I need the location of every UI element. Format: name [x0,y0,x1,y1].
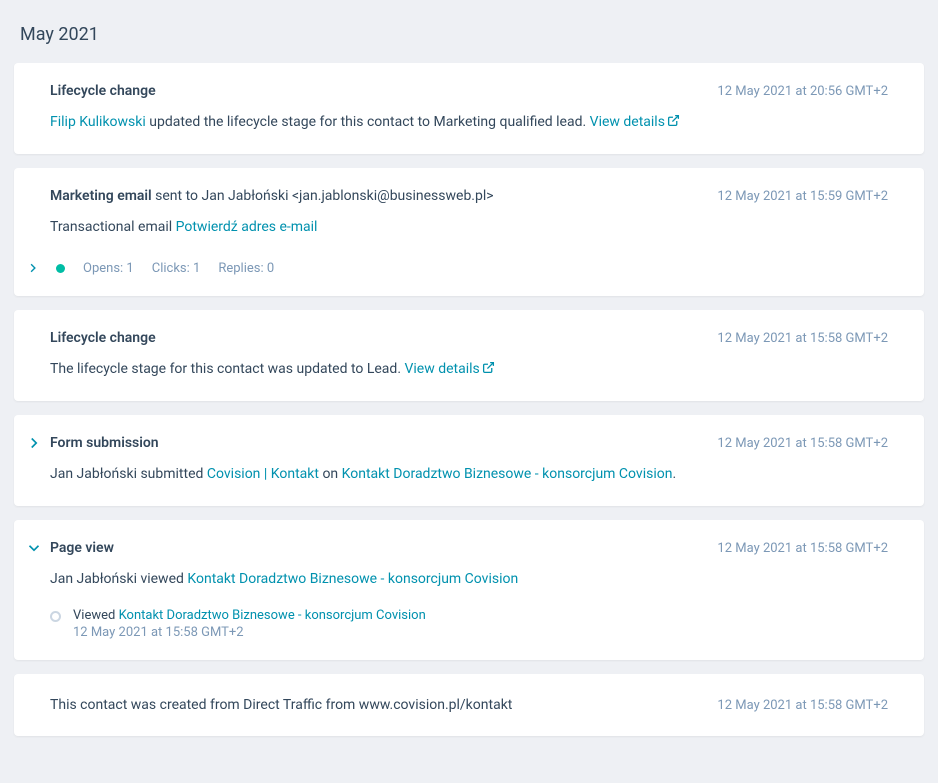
expand-chevron-icon[interactable] [28,263,38,273]
view-details-link[interactable]: View details [404,361,494,377]
card-timestamp: 12 May 2021 at 15:58 GMT+2 [717,698,888,713]
card-title: Form submission [50,435,159,451]
activity-card-contact-created: This contact was created from Direct Tra… [14,674,924,736]
opens-stat: Opens: 1 [83,261,134,276]
activity-card-lifecycle-lead: Lifecycle change 12 May 2021 at 15:58 GM… [14,310,924,401]
card-body: Jan Jabłoński submitted Covision | Konta… [50,463,888,485]
view-details-link[interactable]: View details [590,114,680,130]
body-suffix: . [672,466,676,482]
title-bold: Marketing email [50,188,152,204]
body-prefix: Jan Jabłoński viewed [50,571,187,587]
card-body: Jan Jabłoński viewed Kontakt Doradztwo B… [50,568,888,590]
card-timestamp: 12 May 2021 at 15:59 GMT+2 [717,189,888,204]
email-subject-link[interactable]: Potwierdź adres e-mail [176,219,318,235]
body-text: The lifecycle stage for this contact was… [50,361,404,377]
collapse-chevron-icon[interactable] [28,542,40,558]
card-title: Marketing email sent to Jan Jabłoński <j… [50,188,494,204]
card-timestamp: 12 May 2021 at 15:58 GMT+2 [717,541,888,556]
viewed-label: Viewed [73,608,119,623]
timeline-bullet-icon [50,611,61,622]
card-timestamp: 12 May 2021 at 15:58 GMT+2 [717,436,888,451]
card-body: The lifecycle stage for this contact was… [50,358,888,381]
page-view-detail: Viewed Kontakt Doradztwo Biznesowe - kon… [50,608,888,640]
detail-timestamp: 12 May 2021 at 15:58 GMT+2 [73,625,426,640]
activity-card-form-submission: Form submission 12 May 2021 at 15:58 GMT… [14,415,924,505]
detail-page-link[interactable]: Kontakt Doradztwo Biznesowe - konsorcjum… [119,608,426,623]
body-prefix: Transactional email [50,219,176,235]
email-stats-row: Opens: 1 Clicks: 1 Replies: 0 [28,261,888,276]
external-link-icon [482,359,495,381]
replies-stat: Replies: 0 [218,261,274,276]
card-title: Lifecycle change [50,83,156,99]
activity-card-page-view: Page view 12 May 2021 at 15:58 GMT+2 Jan… [14,520,924,660]
card-body: Filip Kulikowski updated the lifecycle s… [50,111,888,134]
page-link[interactable]: Kontakt Doradztwo Biznesowe - konsorcjum… [187,571,518,587]
card-body: Transactional email Potwierdź adres e-ma… [50,216,888,238]
external-link-icon [667,112,680,134]
card-timestamp: 12 May 2021 at 15:58 GMT+2 [717,331,888,346]
card-title: Lifecycle change [50,330,156,346]
body-prefix: Jan Jabłoński submitted [50,466,207,482]
body-mid: on [319,466,342,482]
form-link[interactable]: Covision | Kontakt [207,466,319,482]
month-heading: May 2021 [20,24,924,45]
body-text: updated the lifecycle stage for this con… [146,114,590,130]
activity-card-lifecycle-mql: Lifecycle change 12 May 2021 at 20:56 GM… [14,63,924,154]
card-title: Page view [50,540,114,556]
card-timestamp: 12 May 2021 at 20:56 GMT+2 [717,84,888,99]
title-rest: sent to Jan Jabłoński <jan.jablonski@bus… [152,188,494,204]
page-link[interactable]: Kontakt Doradztwo Biznesowe - konsorcjum… [342,466,673,482]
activity-card-marketing-email: Marketing email sent to Jan Jabłoński <j… [14,168,924,295]
status-dot-icon [56,264,65,273]
clicks-stat: Clicks: 1 [152,261,201,276]
card-body: This contact was created from Direct Tra… [50,694,512,716]
actor-link[interactable]: Filip Kulikowski [50,114,146,130]
expand-chevron-icon[interactable] [28,437,40,453]
